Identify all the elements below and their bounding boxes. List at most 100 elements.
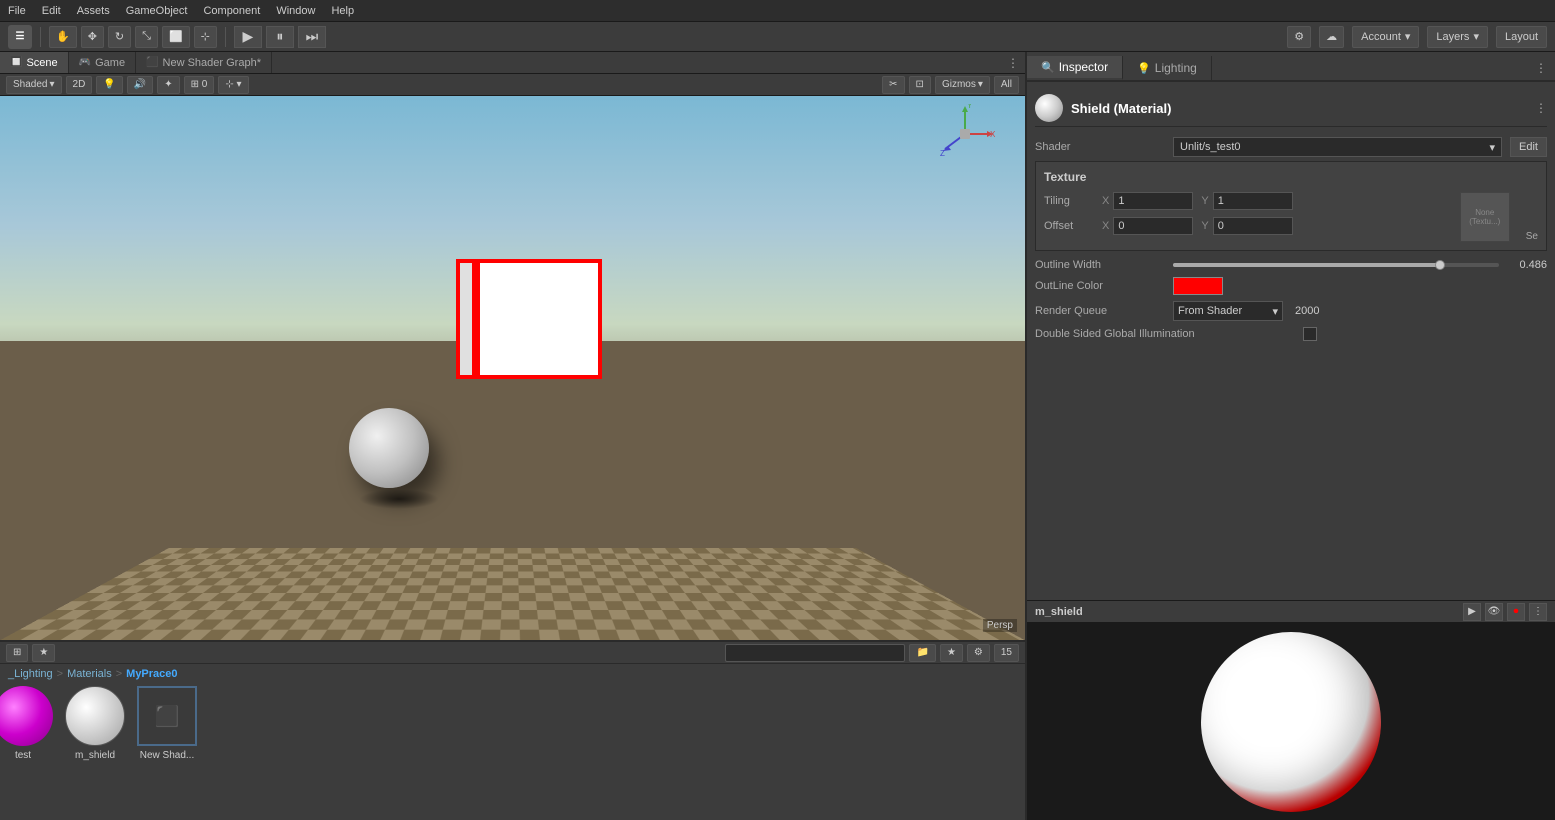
transform-hand-tool[interactable]: ✋ [49,26,77,48]
double-sided-row: Double Sided Global Illumination [1035,327,1547,341]
menu-component[interactable]: Component [203,5,260,17]
menu-edit[interactable]: Edit [42,5,61,17]
shading-mode-dropdown[interactable]: Shaded ▾ [6,76,62,94]
transform-scale-tool[interactable]: ⤡ [135,26,158,48]
shader-dropdown[interactable]: Unlit/s_test0 ▾ [1173,137,1502,157]
outline-color-swatch[interactable] [1173,277,1223,295]
audio-toggle[interactable]: 🔊 [127,76,153,94]
preview-more-btn[interactable]: ⋮ [1529,603,1547,621]
texture-placeholder[interactable]: None(Textu...) [1460,192,1510,242]
double-sided-checkbox[interactable] [1303,327,1317,341]
material-options[interactable]: ⋮ [1535,101,1547,115]
texture-none-label: None(Textu...) [1469,208,1500,226]
offset-row: Offset X Y [1044,217,1452,235]
inspector-tab-icon: 🔍 [1041,61,1055,74]
outline-width-slider[interactable] [1173,263,1499,267]
transform-all-tool[interactable]: ⊹ [194,26,217,48]
search-scene-input[interactable]: All [994,76,1019,94]
breadcrumb-current: MyPrace0 [126,668,177,680]
2d-mode-toggle[interactable]: 2D [66,76,93,94]
search-input[interactable] [725,644,905,662]
add-folder-icon[interactable]: ⊞ [6,644,28,662]
preview-record-btn[interactable]: ⏺ [1507,603,1525,621]
account-dropdown[interactable]: Account ▾ [1352,26,1419,48]
star-icon[interactable]: ★ [940,644,963,662]
account-chevron: ▾ [1405,30,1411,43]
menu-gameobject[interactable]: GameObject [126,5,188,17]
preview-name: m_shield [1035,606,1083,618]
scene-toolbar-right: ✂ ⊡ Gizmos ▾ All [882,76,1019,94]
menu-help[interactable]: Help [331,5,354,17]
favorite-icon[interactable]: ★ [32,644,55,662]
settings-icon[interactable]: ⚙ [967,644,990,662]
fx-toggle[interactable]: ✦ [157,76,179,94]
breadcrumb-lighting[interactable]: _Lighting [8,668,53,680]
right-panel: 🔍 Inspector 💡 Lighting ⋮ Shield (Materia… [1025,52,1555,820]
play-button[interactable]: ▶ [234,26,262,48]
offset-label: Offset [1044,220,1094,232]
scene-tabs: 🔲 Scene 🎮 Game ⬛ New Shader Graph* ⋮ [0,52,1025,74]
menu-file[interactable]: File [8,5,26,17]
additional-toggle[interactable]: ⊹ ▾ [218,76,248,94]
step-button[interactable]: ⏭ [298,26,326,48]
asset-item-test[interactable]: test [0,686,53,761]
offset-x-input[interactable] [1113,217,1193,235]
tiling-y-label: Y [1201,195,1208,207]
inspector-more[interactable]: ⋮ [1527,56,1555,80]
main-toolbar: ☰ ✋ ✥ ↻ ⤡ ⬜ ⊹ ▶ ⏸ ⏭ ⚙ ☁ Account ▾ Layers… [0,22,1555,52]
preview-play-btn[interactable]: ▶ [1463,603,1481,621]
tab-scene[interactable]: 🔲 Scene [0,52,69,73]
shader-edit-button[interactable]: Edit [1510,137,1547,157]
cloud-icon-btn[interactable]: ☁ [1319,26,1344,48]
layout-dropdown[interactable]: Layout [1496,26,1547,48]
tab-game[interactable]: 🎮 Game [69,52,136,73]
tiling-y-input[interactable] [1213,192,1293,210]
account-label: Account [1361,31,1401,43]
pause-button[interactable]: ⏸ [266,26,294,48]
lighting-tab-label: Lighting [1155,61,1197,75]
layers-dropdown[interactable]: Layers ▾ [1427,26,1488,48]
shader-label: Shader [1035,141,1165,153]
render-queue-number: 2000 [1295,305,1319,317]
persp-label: Persp [983,619,1017,632]
preview-eye-btn[interactable]: 👁 [1485,603,1503,621]
folder-icon[interactable]: 📁 [909,644,935,662]
breadcrumb-sep-2: > [116,668,122,680]
all-label: All [1001,79,1012,90]
gizmos-dropdown[interactable]: Gizmos ▾ [935,76,990,94]
hide-tools-icon[interactable]: ✂ [882,76,904,94]
texture-set-btn[interactable]: Se [1526,231,1538,242]
outline-slider-thumb [1435,260,1445,270]
scene-tabs-more[interactable]: ⋮ [1001,52,1025,73]
overlay-toggle[interactable]: ⊞ 0 [184,76,215,94]
menu-window[interactable]: Window [276,5,315,17]
tab-lighting[interactable]: 💡 Lighting [1123,56,1212,80]
shader-row: Shader Unlit/s_test0 ▾ Edit [1035,137,1547,157]
offset-y-input[interactable] [1213,217,1293,235]
inspector-tab-label: Inspector [1059,60,1108,74]
light-toggle[interactable]: 💡 [96,76,122,94]
scene-viewport[interactable]: Y X Z Persp [0,96,1025,640]
tiling-x-label: X [1102,195,1109,207]
transform-rect-tool[interactable]: ⬜ [162,26,190,48]
menu-assets[interactable]: Assets [77,5,110,17]
asset-item-mshield[interactable]: m_shield [65,686,125,761]
aspect-ratio-icon[interactable]: ⊡ [909,76,931,94]
svg-text:Y: Y [967,104,973,110]
scene-area: 🔲 Scene 🎮 Game ⬛ New Shader Graph* ⋮ Sha… [0,52,1025,820]
settings-icon-btn[interactable]: ⚙ [1287,26,1311,48]
separator-1 [40,27,41,47]
asset-item-shader[interactable]: ⬛ New Shad... [137,686,197,761]
transform-rotate-tool[interactable]: ↻ [108,26,131,48]
axis-gizmo[interactable]: Y X Z [935,104,995,164]
bottom-panel: ⊞ ★ 📁 ★ ⚙ 15 _Lighting > Materials > MyP… [0,640,1025,820]
tab-inspector[interactable]: 🔍 Inspector [1027,56,1123,80]
breadcrumb-materials[interactable]: Materials [67,668,112,680]
tab-shader-graph[interactable]: ⬛ New Shader Graph* [136,52,272,73]
material-header: Shield (Material) ⋮ [1035,90,1547,127]
transform-move-tool[interactable]: ✥ [81,26,104,48]
svg-text:X: X [990,130,995,139]
render-queue-dropdown[interactable]: From Shader ▾ [1173,301,1283,321]
tiling-x-input[interactable] [1113,192,1193,210]
asset-label-shader: New Shad... [140,750,194,761]
